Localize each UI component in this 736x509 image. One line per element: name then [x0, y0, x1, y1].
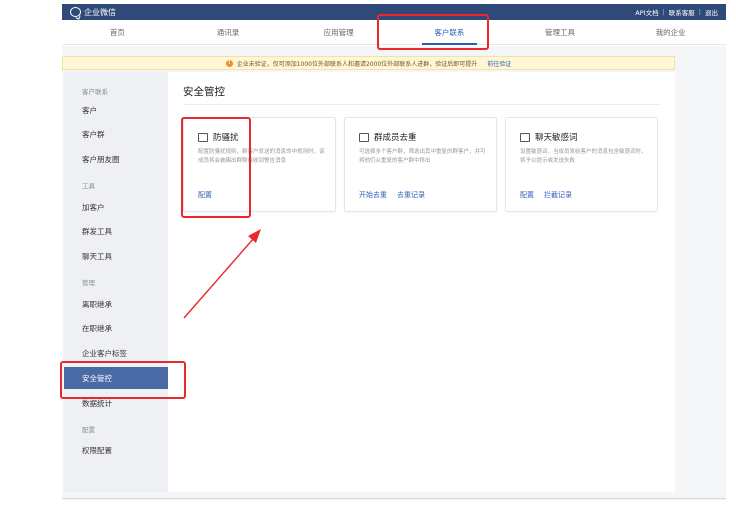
- arrow-head: [248, 229, 261, 243]
- arrow-shaft: [183, 237, 255, 319]
- annotation-arrow: [183, 229, 261, 319]
- screen: 企业微信 API文档 | 联系客服 | 退出 首页 通讯录 应用管理 客户联系 …: [0, 0, 736, 509]
